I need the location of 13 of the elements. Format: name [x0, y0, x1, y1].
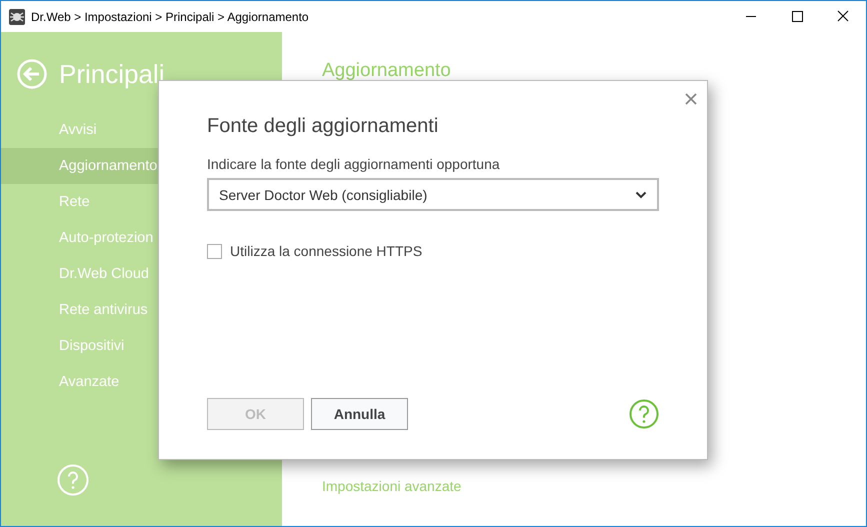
chevron-down-icon [635, 190, 647, 198]
close-icon[interactable] [685, 93, 697, 105]
checkbox[interactable] [207, 244, 222, 258]
help-icon[interactable] [629, 399, 659, 429]
dialog-title: Fonte degli aggiornamenti [207, 115, 440, 138]
sidebar-title: Principali [59, 58, 164, 90]
advanced-settings-link[interactable]: Impostazioni avanzate [322, 478, 866, 494]
window-title: Dr.Web > Impostazioni > Principali > Aggiornamento [31, 10, 310, 24]
cancel-button[interactable]: Annulla [311, 398, 408, 430]
spider-logo-icon [9, 8, 25, 24]
checkbox-label[interactable]: Utilizza la connessione HTTPS [230, 243, 422, 259]
section-heading: Aggiornamento [322, 60, 452, 82]
source-dropdown[interactable]: Server Doctor Web (consigliabile) [207, 178, 659, 211]
